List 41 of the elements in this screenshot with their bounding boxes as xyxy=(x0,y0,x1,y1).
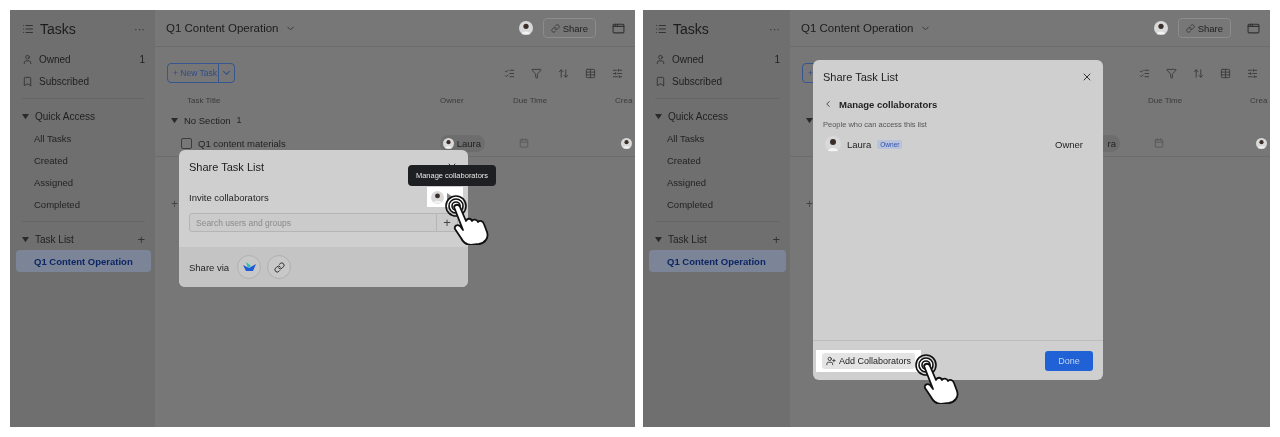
list-title[interactable]: Q1 Content Operation xyxy=(166,22,279,34)
section-count: 1 xyxy=(236,115,242,125)
done-button[interactable]: Done xyxy=(1045,350,1093,371)
group-header[interactable]: Quick Access xyxy=(668,110,780,122)
share-button[interactable]: Share xyxy=(542,18,596,38)
sidebar-item[interactable]: Created xyxy=(16,149,151,171)
sidebar-item[interactable]: Owned 1 xyxy=(16,48,151,70)
share-button[interactable]: Share xyxy=(1177,18,1231,38)
sidebar-item[interactable]: Assigned xyxy=(16,171,151,193)
owner-chip: Laura xyxy=(440,134,485,152)
list-title[interactable]: Q1 Content Operation xyxy=(801,22,914,34)
more-button[interactable]: ··· xyxy=(134,23,145,35)
sidebar-title: Tasks xyxy=(673,21,710,37)
add-list-button[interactable]: + xyxy=(137,231,145,247)
sidebar-item[interactable]: Subscribed xyxy=(16,70,151,92)
sidebar-title: Tasks xyxy=(40,21,77,37)
sidebar-item[interactable]: Created xyxy=(649,149,786,171)
new-task-button[interactable]: + New Task xyxy=(167,63,235,83)
sidebar-item[interactable]: Q1 Content Operation xyxy=(649,250,786,272)
sidebar-item[interactable]: All Tasks xyxy=(649,127,786,149)
section-label: Invite collaborators xyxy=(189,191,270,203)
section-title: No Section xyxy=(184,114,231,126)
group-header[interactable]: Task List xyxy=(668,233,767,245)
sidebar-item[interactable]: Completed xyxy=(16,193,151,215)
sidebar-item[interactable]: Completed xyxy=(649,193,786,215)
group-header[interactable]: Quick Access xyxy=(35,110,145,122)
add-collaborators-button[interactable]: Add Collaborators xyxy=(822,352,916,369)
task-title: Q1 content materials xyxy=(198,137,286,149)
dialog-title: Share Task List xyxy=(189,161,265,173)
sidebar-item[interactable]: Owned 1 xyxy=(649,48,786,70)
subpage-title: Manage collaborators xyxy=(839,98,938,110)
add-list-button[interactable]: + xyxy=(772,231,780,247)
sidebar-item[interactable]: Q1 Content Operation xyxy=(16,250,151,272)
group-header[interactable]: Task List xyxy=(35,233,132,245)
sidebar-item[interactable]: All Tasks xyxy=(16,127,151,149)
person-name: Laura xyxy=(847,138,872,150)
sidebar-item[interactable]: Subscribed xyxy=(649,70,786,92)
sidebar-item[interactable]: Assigned xyxy=(649,171,786,193)
more-button[interactable]: ··· xyxy=(769,23,780,35)
dialog-title: Share Task List xyxy=(823,71,899,83)
share-via-label: Share via xyxy=(189,261,230,273)
